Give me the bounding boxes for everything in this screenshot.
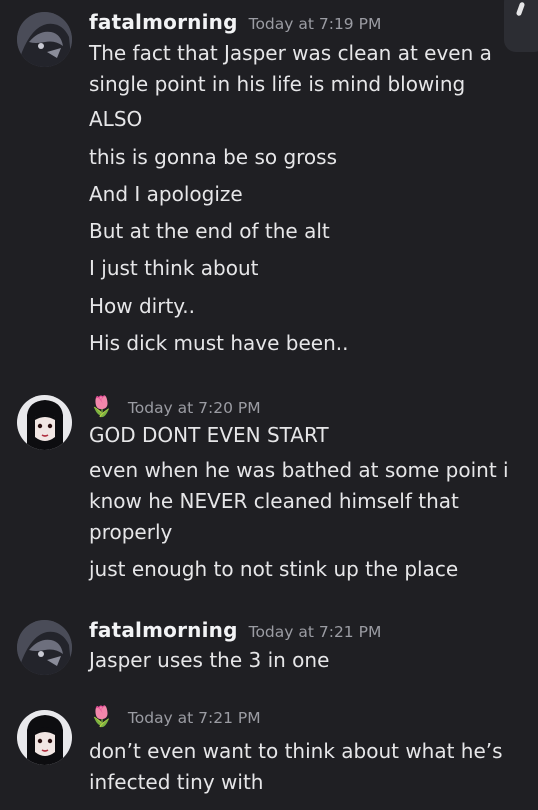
timestamp: Today at 7:21 PM xyxy=(248,623,382,641)
message: I just think about xyxy=(89,256,259,280)
message: just enough to not stink up the place xyxy=(89,557,459,581)
username-tulip[interactable]: 🌷 xyxy=(89,396,114,416)
message: And I apologize xyxy=(89,182,243,206)
timestamp: Today at 7:20 PM xyxy=(127,399,261,417)
timestamp: Today at 7:19 PM xyxy=(248,15,382,33)
message: Jasper uses the 3 in one xyxy=(89,648,330,672)
username[interactable]: fatalmorning xyxy=(89,10,238,34)
username-tulip[interactable]: 🌷 xyxy=(89,706,114,726)
message: GOD DONT EVEN START xyxy=(89,423,329,447)
avatar-flower-user[interactable] xyxy=(17,395,72,450)
message: don’t even want to think about what he’s… xyxy=(89,739,503,794)
message: this is gonna be so gross xyxy=(89,145,338,169)
message: ALSO xyxy=(89,107,143,131)
avatar-flower-user[interactable] xyxy=(17,710,72,765)
message: But at the end of the alt xyxy=(89,219,330,243)
avatar-fatalmorning[interactable] xyxy=(17,12,72,67)
message: The fact that Jasper was clean at even a… xyxy=(89,41,492,96)
timestamp: Today at 7:21 PM xyxy=(127,709,261,727)
message: even when he was bathed at some point i … xyxy=(89,458,509,544)
message: His dick must have been.. xyxy=(89,331,349,355)
scroll-icon xyxy=(515,1,526,17)
message: How dirty.. xyxy=(89,294,196,318)
avatar-fatalmorning[interactable] xyxy=(17,620,72,675)
username[interactable]: fatalmorning xyxy=(89,618,238,642)
